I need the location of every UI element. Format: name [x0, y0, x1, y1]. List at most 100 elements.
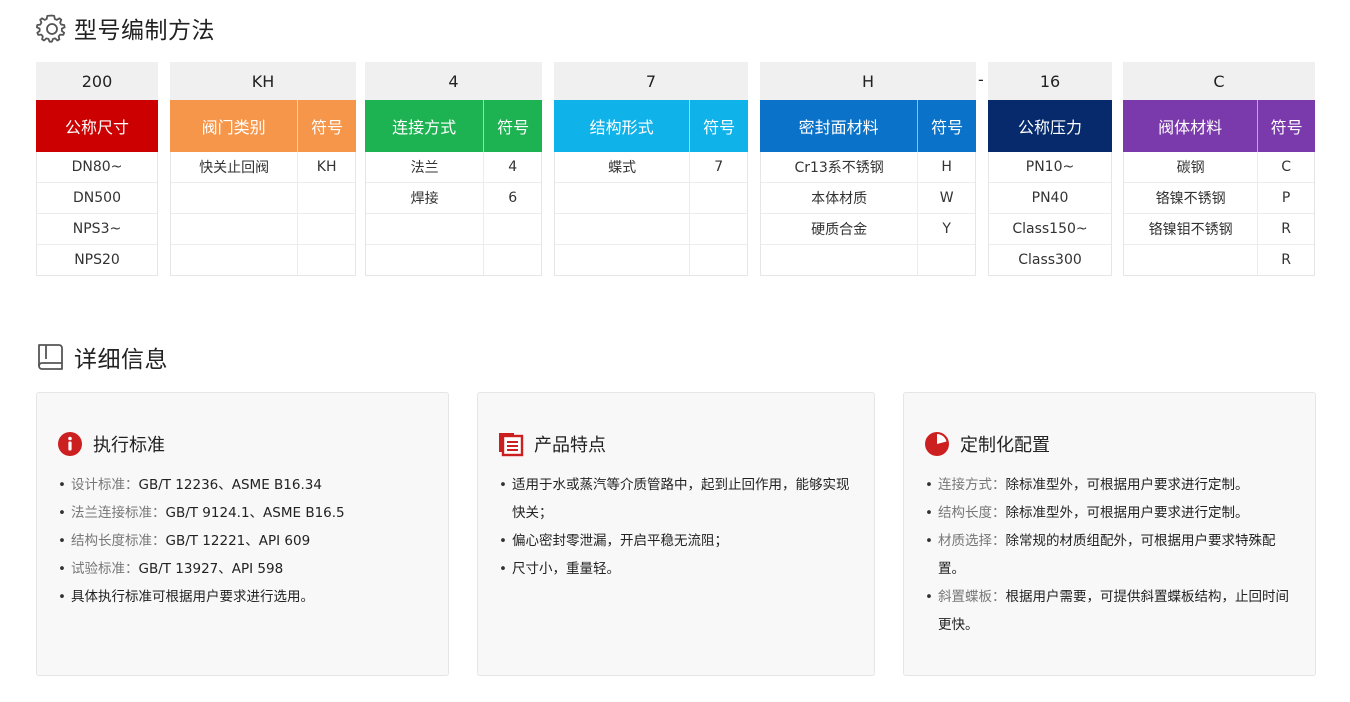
column-size: 200 公称尺寸 DN80~ DN500 NPS3~ NPS20 — [36, 62, 158, 276]
table-row: 铬镍不锈钢 P — [1124, 182, 1314, 213]
table-cell-symbol — [689, 214, 747, 244]
table-row — [555, 244, 747, 275]
list-item: 偏心密封零泄漏，开启平稳无流阻； — [498, 527, 854, 555]
table-cell: DN80~ — [71, 159, 123, 175]
table-row: 硬质合金 Y — [761, 213, 975, 244]
card-features: 产品特点 适用于水或蒸汽等介质管路中，起到止回作用，能够实现快关； 偏心密封零泄… — [477, 392, 875, 676]
list-item: 适用于水或蒸汽等介质管路中，起到止回作用，能够实现快关； — [498, 471, 854, 527]
table-row: 法兰 4 — [366, 152, 541, 182]
table-cell-symbol: R — [1257, 245, 1314, 275]
table-cell-symbol: 6 — [483, 183, 541, 213]
header-structure: 结构形式 符号 — [554, 100, 748, 152]
table-cell — [171, 245, 297, 275]
list-item: 试验标准：GB/T 13927、API 598 — [57, 555, 428, 583]
code-pressure: 16 — [988, 62, 1112, 100]
header-label: 结构形式 — [589, 118, 654, 137]
table-cell-symbol — [917, 245, 975, 275]
header-label: 阀门类别 — [201, 118, 266, 137]
rows-connection: 法兰 4 焊接 6 — [365, 152, 542, 276]
info-icon — [58, 432, 82, 456]
list-item: 设计标准：GB/T 12236、ASME B16.34 — [57, 471, 428, 499]
section-title-model-coding: 型号编制方法 — [36, 11, 215, 45]
rows-pressure: PN10~ PN40 Class150~ Class300 — [988, 152, 1112, 276]
table-cell-symbol: 4 — [483, 152, 541, 182]
table-cell — [1124, 245, 1257, 275]
table-cell: 本体材质 — [811, 191, 868, 207]
customization-list: 连接方式：除标准型外，可根据用户要求进行定制。 结构长度：除标准型外，可根据用户… — [924, 471, 1295, 639]
header-symbol: 符号 — [917, 100, 976, 152]
table-cell: 碳钢 — [1176, 160, 1205, 176]
pie-chart-icon — [925, 432, 949, 456]
table-row — [366, 244, 541, 275]
header-symbol: 符号 — [689, 100, 748, 152]
table-row: 蝶式 7 — [555, 152, 747, 182]
header-body: 阀体材料 符号 — [1123, 100, 1315, 152]
list-item: 结构长度：除标准型外，可根据用户要求进行定制。 — [924, 499, 1295, 527]
code-separator: - — [978, 70, 984, 89]
table-row: DN80~ — [37, 152, 157, 182]
list-item: 连接方式：除标准型外，可根据用户要求进行定制。 — [924, 471, 1295, 499]
table-row — [366, 213, 541, 244]
column-body-material: C 阀体材料 符号 碳钢 C 铬镍不锈钢 P 铬镍钼不锈钢 R R — [1123, 62, 1315, 276]
table-cell: NPS20 — [74, 252, 120, 268]
header-size-label: 公称尺寸 — [64, 118, 129, 137]
table-cell: 法兰 — [410, 160, 439, 176]
table-row — [171, 213, 355, 244]
table-cell-symbol: KH — [297, 152, 355, 182]
table-row — [761, 244, 975, 275]
table-cell — [171, 214, 297, 244]
header-label: 连接方式 — [392, 118, 457, 137]
table-cell: NPS3~ — [72, 221, 122, 237]
table-cell — [555, 183, 689, 213]
card-standards: 执行标准 设计标准：GB/T 12236、ASME B16.34 法兰连接标准：… — [36, 392, 449, 676]
table-cell-symbol: R — [1257, 214, 1314, 244]
table-cell-symbol — [483, 245, 541, 275]
table-cell: Class300 — [1018, 252, 1082, 268]
list-item: 结构长度标准：GB/T 12221、API 609 — [57, 527, 428, 555]
table-cell-symbol — [483, 214, 541, 244]
table-cell-symbol — [297, 183, 355, 213]
code-valve-type: KH — [170, 62, 356, 100]
table-cell-symbol: C — [1257, 152, 1314, 182]
card-title: 产品特点 — [534, 435, 606, 456]
table-cell: 硬质合金 — [811, 222, 868, 238]
list-item: 法兰连接标准：GB/T 9124.1、ASME B16.5 — [57, 499, 428, 527]
table-cell: 焊接 — [410, 191, 439, 207]
column-valve-type: KH 阀门类别 符号 快关止回阀 KH — [170, 62, 356, 276]
table-cell: 蝶式 — [608, 160, 637, 176]
table-row — [555, 213, 747, 244]
table-cell: 快关止回阀 — [199, 160, 270, 176]
card-title: 执行标准 — [93, 435, 165, 456]
list-item: 具体执行标准可根据用户要求进行选用。 — [57, 583, 428, 611]
list-item: 材质选择：除常规的材质组配外，可根据用户要求特殊配置。 — [924, 527, 1295, 583]
table-cell — [366, 214, 483, 244]
header-label: 密封面材料 — [798, 118, 879, 137]
card-title: 定制化配置 — [960, 435, 1050, 456]
code-structure: 7 — [554, 62, 748, 100]
table-cell — [555, 245, 689, 275]
header-symbol: 符号 — [297, 100, 356, 152]
code-seal: H — [760, 62, 976, 100]
table-row: 本体材质 W — [761, 182, 975, 213]
table-cell-symbol: P — [1257, 183, 1314, 213]
header-size: 公称尺寸 — [36, 100, 158, 152]
table-cell-symbol: 7 — [689, 152, 747, 182]
table-cell — [366, 245, 483, 275]
column-connection: 4 连接方式 符号 法兰 4 焊接 6 — [365, 62, 542, 276]
code-connection: 4 — [365, 62, 542, 100]
table-cell: DN500 — [73, 190, 121, 206]
section-title-text: 详细信息 — [74, 347, 168, 373]
table-cell-symbol: Y — [917, 214, 975, 244]
column-structure: 7 结构形式 符号 蝶式 7 — [554, 62, 748, 276]
table-row: Cr13系不锈钢 H — [761, 152, 975, 182]
table-cell-symbol — [297, 245, 355, 275]
table-cell: 铬镍不锈钢 — [1155, 191, 1226, 207]
section-title-text: 型号编制方法 — [74, 18, 215, 44]
document-icon — [499, 433, 524, 457]
table-row: PN40 — [989, 182, 1111, 213]
list-item: 尺寸小，重量轻。 — [498, 555, 854, 583]
header-label: 阀体材料 — [1158, 118, 1223, 137]
table-row — [171, 182, 355, 213]
header-seal: 密封面材料 符号 — [760, 100, 976, 152]
gear-icon — [36, 14, 66, 43]
